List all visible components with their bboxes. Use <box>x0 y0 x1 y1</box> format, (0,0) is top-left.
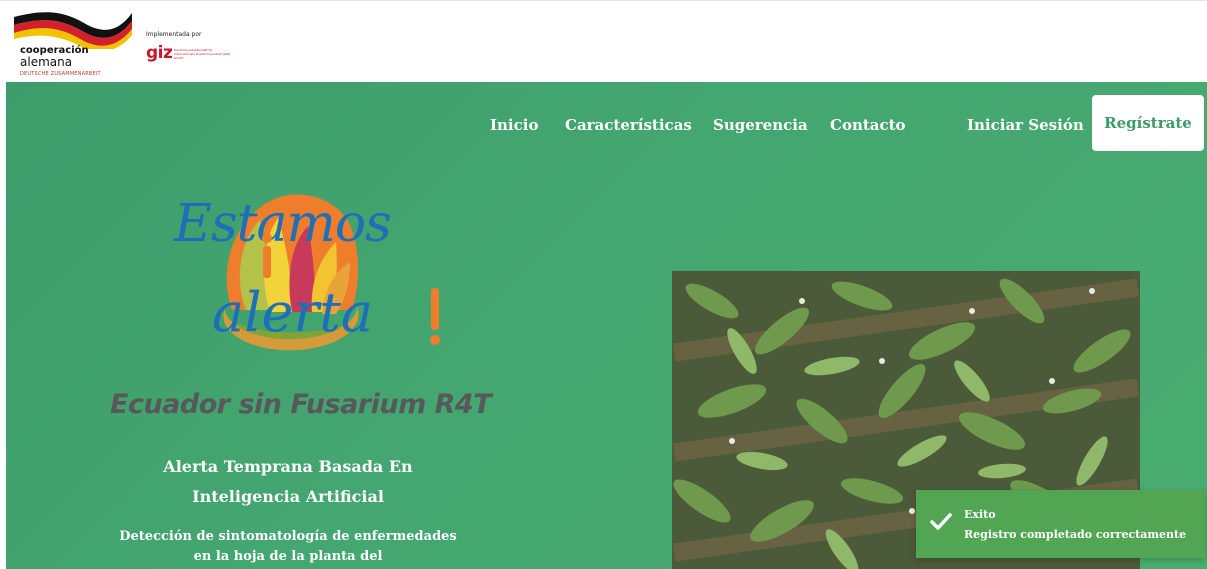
nav-caracteristicas[interactable]: Características <box>565 116 692 134</box>
hero-description: Detección de sintomatología de enfermeda… <box>119 529 457 564</box>
hero-subtitle: Alerta Temprana Basada En Inteligencia A… <box>163 457 413 506</box>
implementada-label: Implementada por <box>146 31 202 38</box>
nav-sugerencia[interactable]: Sugerencia <box>713 116 808 134</box>
giz-logo: giz <box>146 43 173 63</box>
login-link[interactable]: Iniciar Sesión <box>967 116 1084 134</box>
giz-subtext: Deutsche Gesellschaft für Internationale… <box>174 48 231 60</box>
hero-section: Inicio Características Sugerencia Contac… <box>6 82 1207 569</box>
inverted-exclamation-icon <box>262 233 272 278</box>
register-button[interactable]: Regístrate <box>1092 95 1204 151</box>
cooperacion-alemana-logo: cooperación alemana DEUTSCHE ZUSAMMENARB… <box>14 9 134 79</box>
german-flag-swoosh-icon <box>14 12 132 49</box>
coop-text-deutsche: DEUTSCHE ZUSAMMENARBEIT <box>20 71 101 77</box>
success-toast[interactable]: Exito Registro completado correctamente <box>916 490 1205 558</box>
check-icon <box>930 513 952 530</box>
partner-header: cooperación alemana DEUTSCHE ZUSAMMENARB… <box>0 0 1207 83</box>
coop-text-alemana: alemana <box>20 55 73 69</box>
toast-message: Registro completado correctamente <box>964 528 1187 541</box>
logo-estamos-text: Estamos <box>174 194 392 254</box>
exclamation-icon <box>430 288 440 345</box>
toast-title: Exito <box>964 508 996 521</box>
logo-alerta-text: alerta <box>212 281 374 344</box>
campaign-tagline: Ecuador sin Fusarium R4T <box>110 389 492 420</box>
main-nav: Inicio Características Sugerencia Contac… <box>6 82 1207 164</box>
nav-contacto[interactable]: Contacto <box>830 116 906 134</box>
nav-inicio[interactable]: Inicio <box>490 116 538 134</box>
